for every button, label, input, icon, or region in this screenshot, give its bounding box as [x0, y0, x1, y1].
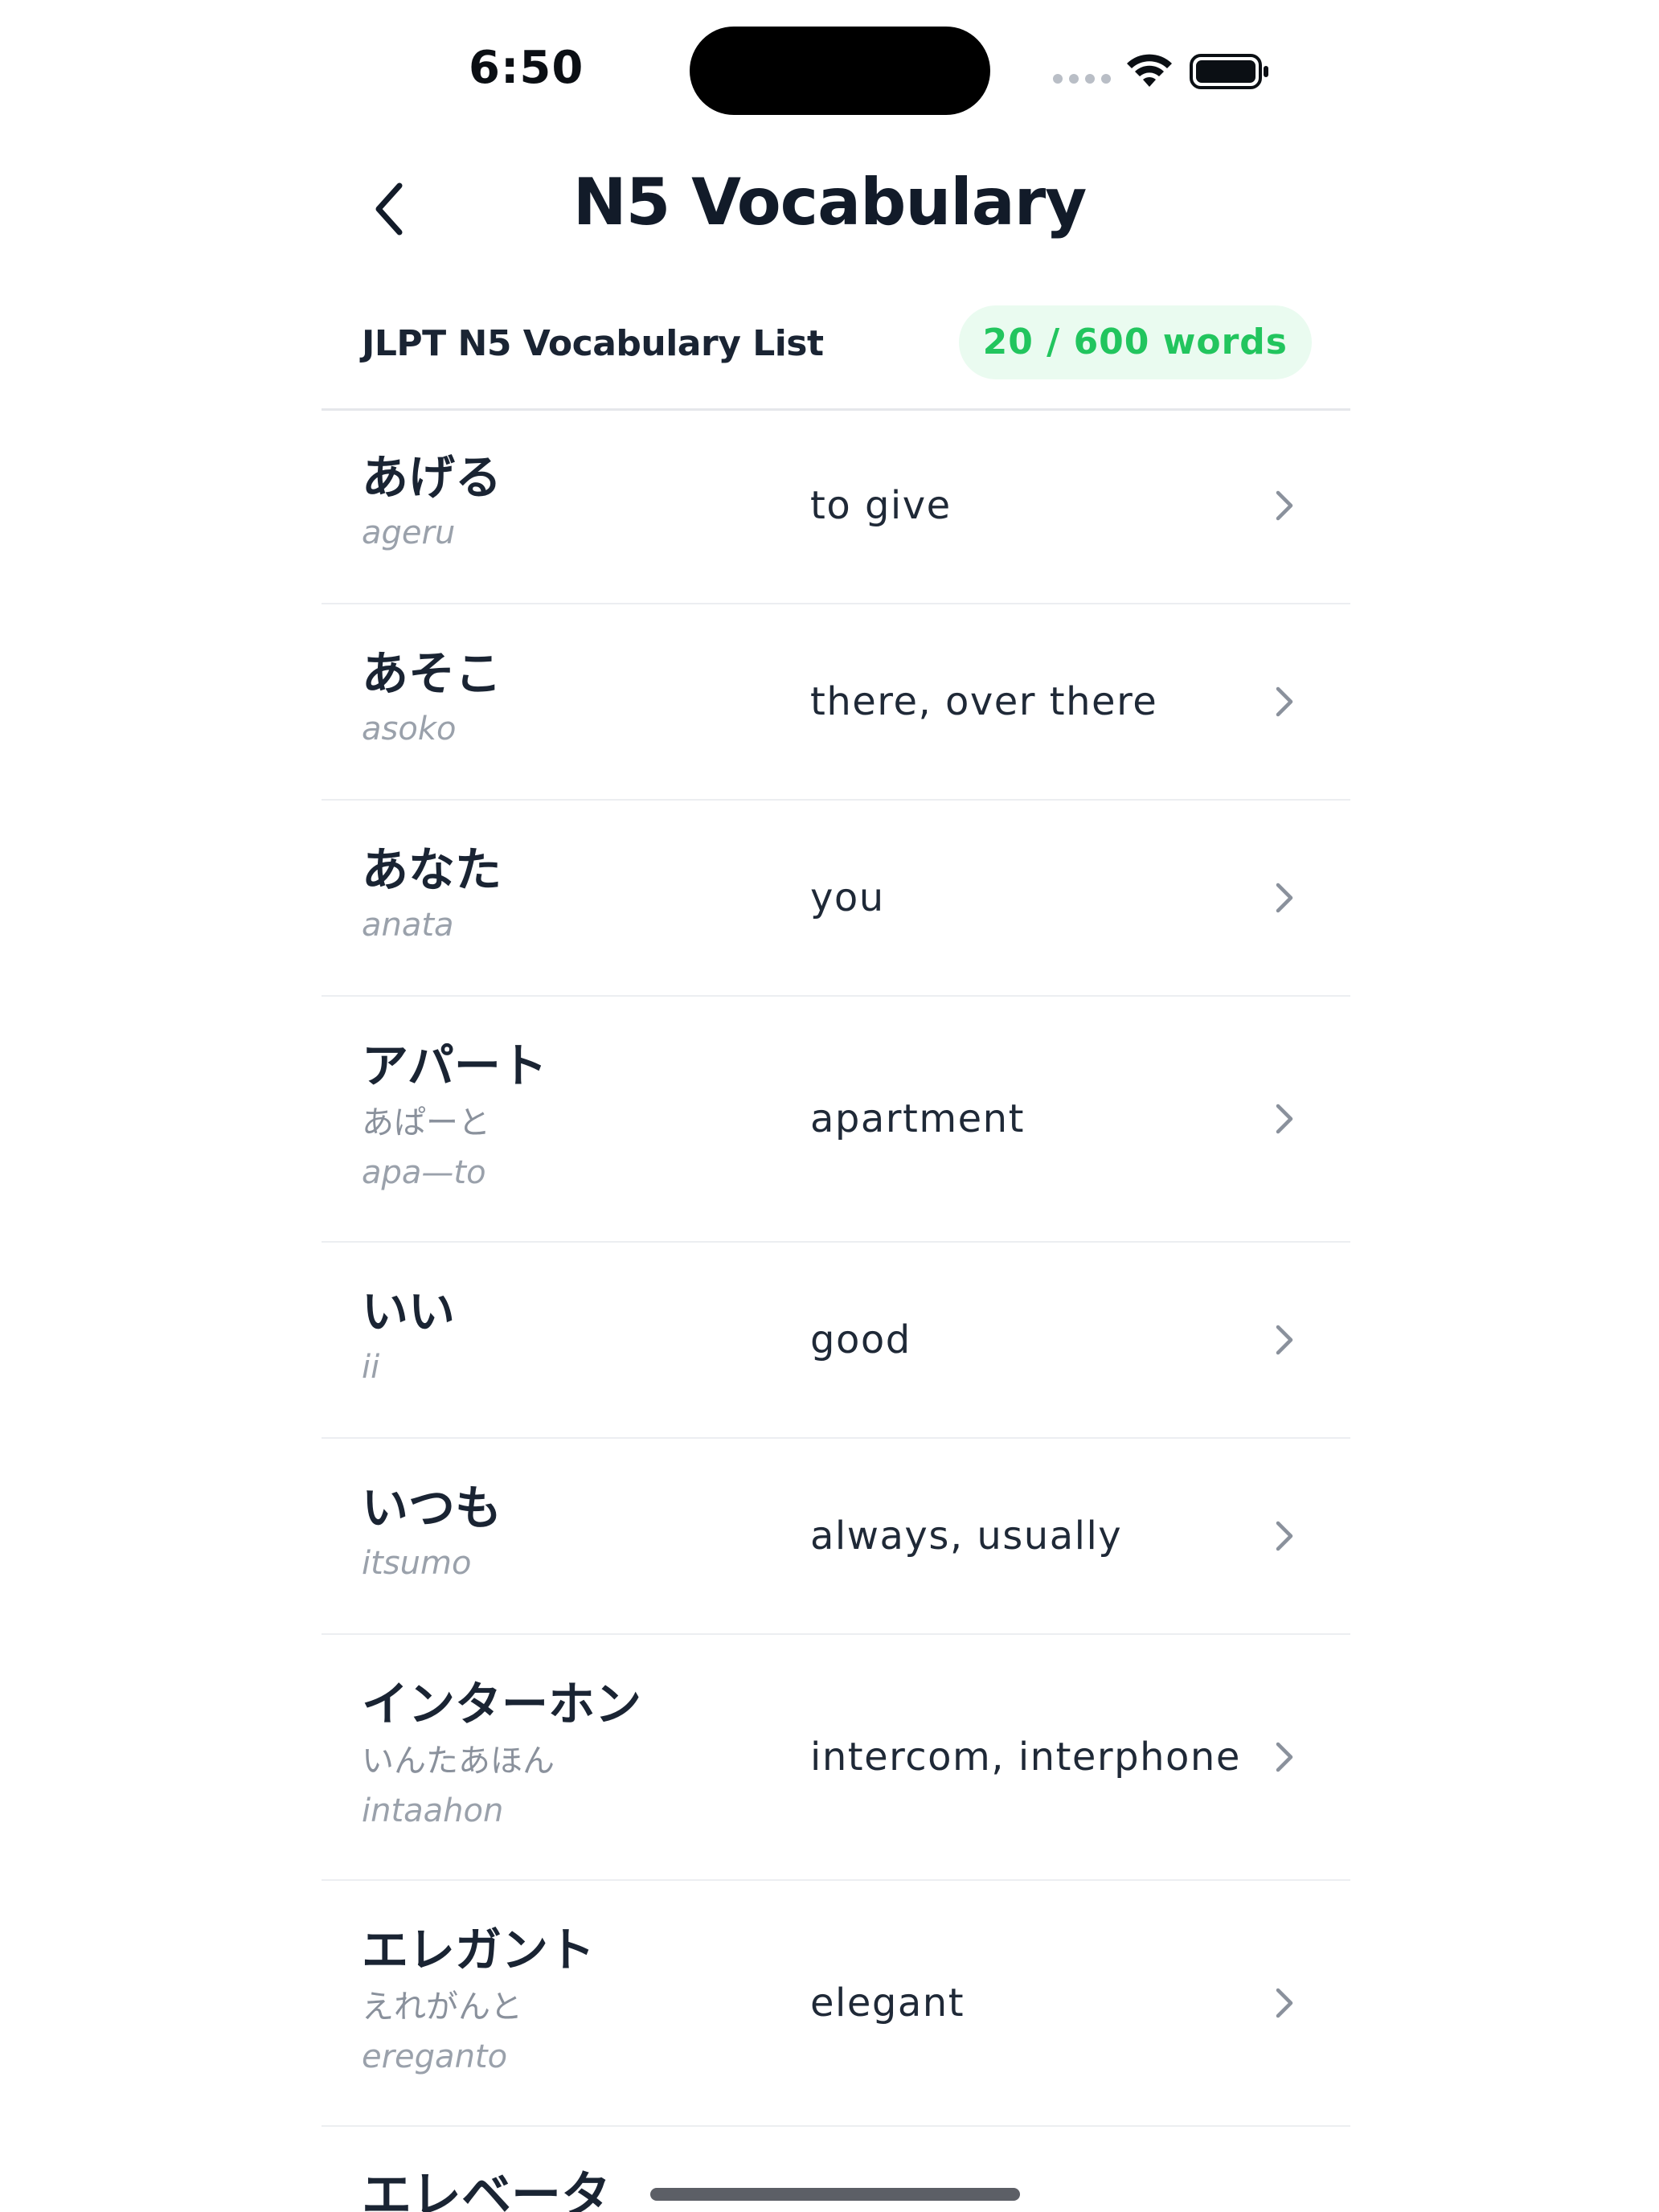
chevron-right-icon: [1268, 682, 1301, 722]
vocab-meaning: elegant: [810, 1981, 965, 2026]
vocab-romaji: ereganto: [362, 2038, 508, 2075]
vocab-row[interactable]: インターホン いんたあほん intaahon intercom, interph…: [322, 1635, 1350, 1881]
vocab-word: あげる: [362, 450, 502, 505]
status-time: 6:50: [469, 42, 584, 94]
vocab-meaning: you: [810, 875, 885, 920]
vocab-meaning: apartment: [810, 1096, 1025, 1141]
page-title: N5 Vocabulary: [572, 165, 1088, 240]
battery-icon: [1190, 54, 1268, 89]
vocab-reading: いんたあほん: [362, 1743, 555, 1780]
vocab-romaji: asoko: [362, 711, 457, 748]
chevron-right-icon: [1268, 1737, 1301, 1777]
chevron-right-icon: [1268, 485, 1301, 526]
vocabulary-list: あげる ageru to give あそこ asoko there, over …: [322, 408, 1350, 2127]
chevron-right-icon: [1268, 878, 1301, 918]
vocab-romaji: intaahon: [362, 1792, 504, 1829]
vocab-meaning: there, over there: [810, 679, 1158, 724]
vocab-word: いい: [362, 1284, 456, 1339]
chevron-right-icon: [1268, 1099, 1301, 1139]
cellular-signal-icon: [1053, 74, 1111, 84]
vocab-meaning: always, usually: [810, 1514, 1123, 1559]
vocab-word: あそこ: [362, 646, 502, 701]
status-bar: 6:50: [0, 0, 1659, 137]
vocab-meaning: good: [810, 1317, 911, 1362]
vocab-meaning: to give: [810, 483, 952, 528]
vocab-word: エレガント: [362, 1923, 596, 1977]
vocab-word-partial[interactable]: エレベータ: [362, 2154, 611, 2212]
vocab-row[interactable]: あなた anata you: [322, 801, 1350, 997]
dynamic-island: [690, 27, 990, 115]
vocab-romaji: ii: [362, 1349, 380, 1386]
chevron-right-icon: [1268, 1320, 1301, 1360]
vocab-reading: あぱーと: [362, 1104, 490, 1141]
chevron-right-icon: [1268, 1983, 1301, 2023]
vocab-word: あなた: [362, 842, 502, 897]
wifi-icon: [1127, 54, 1172, 87]
vocab-romaji: apa—to: [362, 1154, 486, 1191]
vocab-romaji: anata: [362, 907, 454, 944]
vocab-word: インターホン: [362, 1677, 642, 1731]
vocab-row[interactable]: アパート あぱーと apa—to apartment: [322, 997, 1350, 1243]
vocab-reading: えれがんと: [362, 1989, 522, 2026]
vocab-row[interactable]: あげる ageru to give: [322, 408, 1350, 604]
vocab-romaji: itsumo: [362, 1545, 472, 1582]
vocab-row[interactable]: エレガント えれがんと ereganto elegant: [322, 1881, 1350, 2127]
chevron-right-icon: [1268, 1516, 1301, 1556]
word-count-badge: 20 / 600 words: [958, 305, 1312, 379]
vocab-romaji: ageru: [362, 514, 456, 551]
vocab-meaning: intercom, interphone: [810, 1735, 1241, 1780]
home-indicator[interactable]: [650, 2188, 1020, 2201]
vocab-row[interactable]: いい ii good: [322, 1243, 1350, 1439]
vocab-word: いつも: [362, 1481, 502, 1535]
vocab-row[interactable]: あそこ asoko there, over there: [322, 604, 1350, 801]
vocab-word: アパート: [362, 1038, 547, 1093]
list-header: JLPT N5 Vocabulary List 20 / 600 words: [322, 297, 1350, 411]
vocab-row[interactable]: いつも itsumo always, usually: [322, 1439, 1350, 1635]
list-title: JLPT N5 Vocabulary List: [362, 323, 824, 364]
